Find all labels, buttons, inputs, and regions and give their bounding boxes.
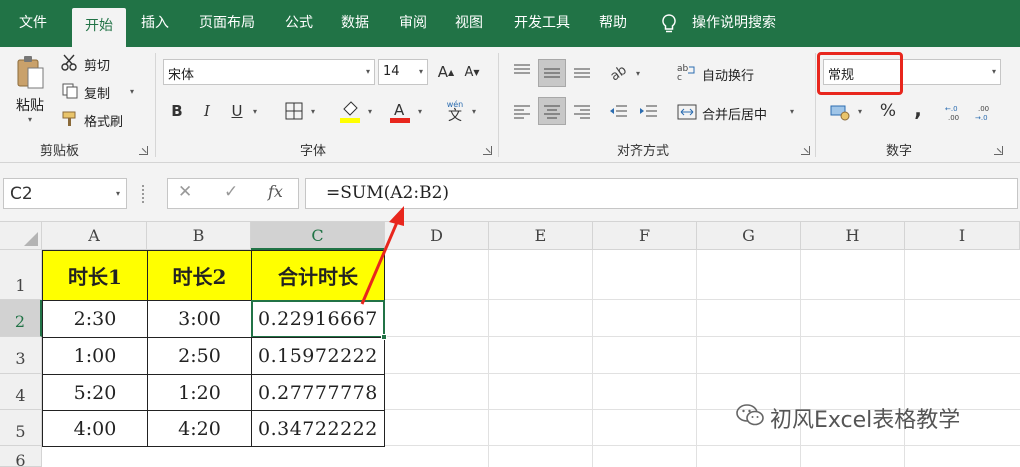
watermark-text: 初风Excel表格教学 <box>770 408 961 433</box>
annotation-arrow <box>360 206 404 305</box>
wechat-icon <box>736 403 764 433</box>
watermark: 初风Excel表格教学 <box>736 402 960 434</box>
